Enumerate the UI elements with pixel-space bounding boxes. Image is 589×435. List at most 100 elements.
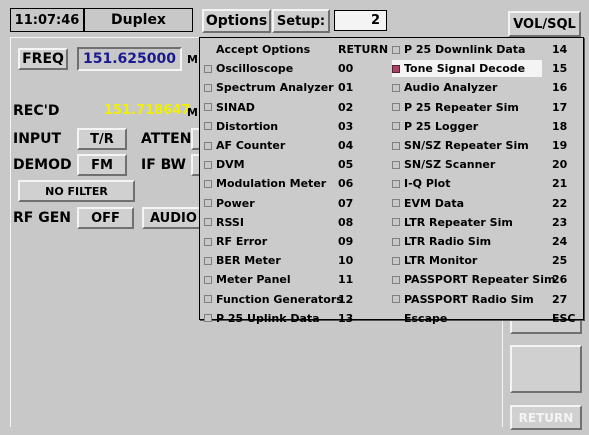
menu-item-left-4[interactable]: AF Counter — [204, 137, 334, 154]
setup-value: 2 — [370, 13, 380, 28]
menu-item-left-0[interactable]: Oscilloscope — [204, 60, 334, 77]
menu-item-label: SINAD — [216, 100, 255, 114]
menu-item-right-10[interactable]: LTR Radio Sim — [392, 233, 542, 250]
menu-item-left-13[interactable]: P 25 Uplink Data — [204, 310, 334, 327]
menu-item-right-0[interactable]: P 25 Downlink Data — [392, 41, 542, 58]
menu-item-label: I-Q Plot — [404, 177, 451, 191]
menu-item-right-6[interactable]: SN/SZ Scanner — [392, 156, 542, 173]
menu-item-key: 15 — [552, 62, 568, 76]
input-button[interactable]: T/R — [77, 128, 127, 150]
menu-item-right-13[interactable]: PASSPORT Radio Sim — [392, 291, 542, 308]
menu-item-key: 22 — [552, 196, 568, 210]
menu-item-key: 10 — [338, 254, 354, 268]
menu-item-key: 06 — [338, 177, 354, 191]
menu-item-right-1[interactable]: Tone Signal Decode — [392, 60, 542, 78]
menu-item-right-3[interactable]: P 25 Repeater Sim — [392, 99, 542, 116]
menu-item-label: Escape — [404, 311, 448, 325]
menu-item-label: BER Meter — [216, 254, 281, 268]
menu-item-key: 24 — [552, 235, 568, 248]
setup-button[interactable]: Setup: — [272, 9, 330, 33]
menu-item-left-11[interactable]: Meter Panel — [204, 271, 334, 288]
menu-item-label: PASSPORT Radio Sim — [404, 292, 534, 306]
menu-item-key: 05 — [338, 158, 354, 172]
checkbox-icon — [204, 141, 212, 150]
freq-value-field[interactable]: 151.625000 — [77, 47, 182, 71]
checkbox-icon — [204, 122, 212, 131]
checkbox-icon — [204, 295, 212, 304]
menu-item-key: 23 — [552, 215, 568, 229]
menu-item-label: EVM Data — [404, 196, 465, 210]
menu-item-right-4[interactable]: P 25 Logger — [392, 118, 542, 135]
menu-item-label: Meter Panel — [216, 273, 291, 287]
menu-item-left-2[interactable]: SINAD — [204, 99, 334, 116]
menu-item-label: P 25 Logger — [404, 119, 479, 133]
checkbox-icon — [392, 160, 400, 169]
menu-item-right-7[interactable]: I-Q Plot — [392, 175, 542, 192]
menu-item-label: DVM — [216, 158, 245, 172]
checkbox-icon — [392, 295, 400, 304]
menu-item-left-6[interactable]: Modulation Meter — [204, 175, 334, 192]
menu-item-left-12[interactable]: Function Generators — [204, 291, 343, 308]
checkbox-icon — [392, 64, 400, 73]
vol-sql-button[interactable]: VOL/SQL — [508, 11, 581, 37]
menu-item-key: 25 — [552, 254, 568, 268]
menu-item-left-1[interactable]: Spectrum Analyzer — [204, 79, 334, 96]
checkbox-icon — [392, 275, 400, 284]
menu-item-label: Distortion — [216, 119, 279, 133]
freq-button[interactable]: FREQ — [18, 48, 68, 70]
menu-item-key: 07 — [338, 196, 354, 210]
freq-value: 151.625000 — [83, 51, 176, 67]
menu-item-label: Oscilloscope — [216, 62, 294, 76]
checkbox-icon — [392, 256, 400, 265]
menu-item-label: LTR Repeater Sim — [404, 215, 513, 229]
menu-item-key: 20 — [552, 158, 568, 172]
menu-item-right-11[interactable]: LTR Monitor — [392, 252, 542, 269]
checkbox-icon — [204, 179, 212, 188]
demod-button[interactable]: FM — [77, 154, 127, 176]
return-button[interactable]: RETURN — [510, 405, 582, 430]
checkbox-icon — [204, 83, 212, 92]
menu-item-left-9[interactable]: RF Error — [204, 233, 334, 250]
setup-value-field[interactable]: 2 — [334, 10, 387, 31]
checkbox-icon — [392, 45, 400, 54]
menu-item-right-12[interactable]: PASSPORT Repeater Sim — [392, 271, 555, 288]
menu-item-label: SN/SZ Repeater Sim — [404, 139, 529, 152]
recd-label: REC'D — [13, 103, 60, 119]
checkbox-icon — [204, 160, 212, 169]
mode-text: Duplex — [111, 12, 166, 28]
menu-item-escape-escape[interactable]: Escape — [392, 310, 554, 327]
checkbox-icon — [392, 179, 400, 188]
menu-item-label: RF Error — [216, 235, 268, 248]
options-button[interactable]: Options — [202, 9, 271, 33]
checkbox-icon — [392, 199, 400, 208]
menu-item-left-8[interactable]: RSSI — [204, 214, 334, 231]
menu-item-left-10[interactable]: BER Meter — [204, 252, 334, 269]
menu-item-left-3[interactable]: Distortion — [204, 118, 334, 135]
menu-item-label: P 25 Repeater Sim — [404, 100, 519, 114]
menu-item-right-2[interactable]: Audio Analyzer — [392, 79, 542, 96]
checkbox-icon — [204, 256, 212, 265]
menu-item-key: ESC — [552, 311, 576, 325]
checkbox-icon — [204, 237, 212, 246]
checkbox-icon — [204, 218, 212, 227]
menu-item-right-9[interactable]: LTR Repeater Sim — [392, 214, 542, 231]
checkbox-icon — [204, 199, 212, 208]
menu-item-label: PASSPORT Repeater Sim — [404, 273, 556, 287]
menu-item-left-7[interactable]: Power — [204, 195, 334, 212]
menu-item-key: 19 — [552, 139, 568, 152]
side-button-2[interactable] — [510, 345, 582, 393]
demod-label: DEMOD — [13, 157, 72, 173]
menu-item-label: Function Generators — [216, 292, 343, 306]
menu-item-key: 27 — [552, 292, 568, 306]
menu-item-label: LTR Radio Sim — [404, 235, 492, 248]
menu-item-left-5[interactable]: DVM — [204, 156, 334, 173]
checkbox-icon — [392, 83, 400, 92]
menu-item-right-8[interactable]: EVM Data — [392, 195, 542, 212]
menu-item-right-5[interactable]: SN/SZ Repeater Sim — [392, 137, 542, 154]
menu-item-accept-header[interactable]: Accept Options — [204, 41, 346, 58]
rfgen-button[interactable]: OFF — [77, 207, 134, 229]
filter-button[interactable]: NO FILTER — [18, 180, 135, 202]
recd-value: 151.718647 — [104, 103, 191, 118]
audio-freq-button[interactable]: AUDIO FREQ — [142, 207, 203, 229]
menu-item-label: LTR Monitor — [404, 254, 478, 268]
